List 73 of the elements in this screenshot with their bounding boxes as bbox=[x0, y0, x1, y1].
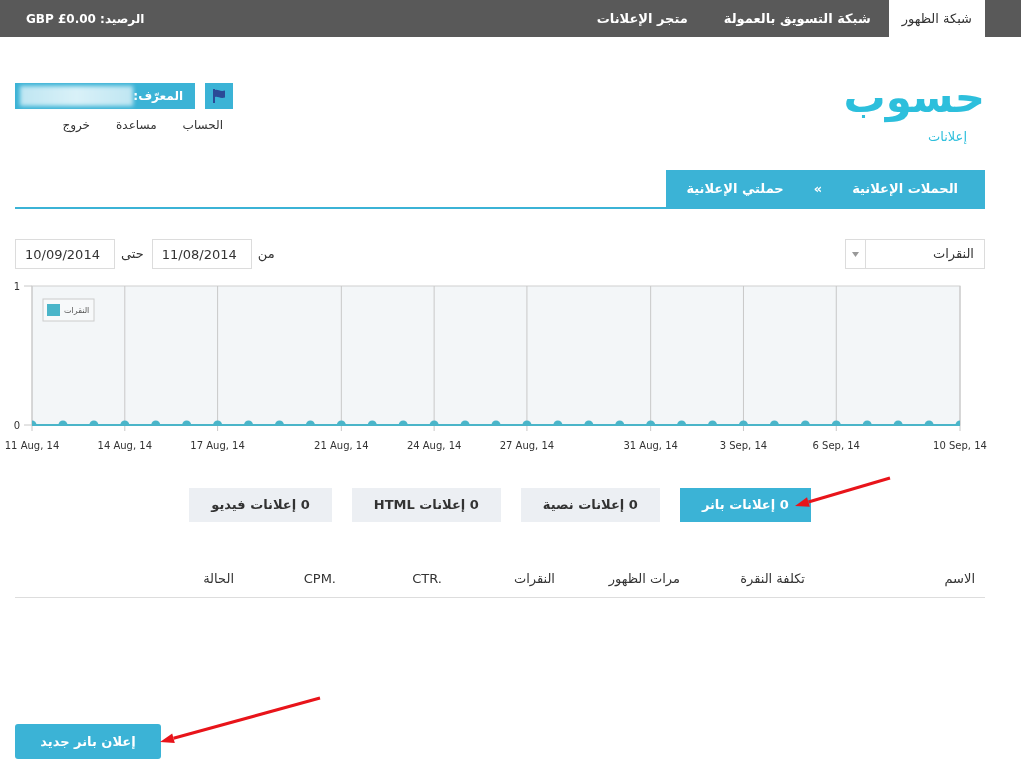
tick-label: 31 Aug, 14 bbox=[623, 440, 678, 451]
column-header: CTR. bbox=[411, 570, 443, 589]
chart-point bbox=[213, 420, 223, 425]
chart-point bbox=[182, 420, 192, 425]
chart-point bbox=[800, 420, 810, 425]
chart-point bbox=[677, 420, 687, 425]
column-header: الاسم bbox=[943, 570, 976, 589]
legend-label: النقرات bbox=[64, 306, 90, 315]
tick-label: 21 Aug, 14 bbox=[314, 440, 369, 451]
tick-label: 27 Aug, 14 bbox=[499, 440, 555, 451]
chart-point bbox=[615, 420, 625, 425]
header-link[interactable]: الحساب bbox=[182, 116, 223, 134]
chart-point bbox=[646, 420, 656, 425]
column-header: CPM. bbox=[302, 570, 337, 589]
tick-label: 24 Aug, 14 bbox=[406, 440, 462, 451]
flag-button[interactable] bbox=[205, 83, 233, 109]
header-link[interactable]: خروج bbox=[62, 116, 91, 134]
chart-point bbox=[460, 420, 470, 425]
chart-point bbox=[491, 420, 501, 425]
date-field[interactable]: 11/08/2014 bbox=[151, 239, 252, 269]
to-label: حتى bbox=[121, 245, 144, 264]
top-nav-tab[interactable]: شبكة الظهور bbox=[888, 0, 985, 37]
chart-point bbox=[274, 420, 284, 425]
chart-point bbox=[955, 420, 960, 425]
tick-label: 17 Aug, 14 bbox=[190, 440, 245, 451]
tick-label: 0 bbox=[13, 420, 20, 431]
chart-point bbox=[522, 420, 532, 425]
chart-point bbox=[120, 420, 130, 425]
chart-point bbox=[305, 420, 315, 425]
from-label: من bbox=[257, 245, 275, 264]
chart-point bbox=[151, 420, 161, 425]
chart-point bbox=[244, 420, 254, 425]
chart-point bbox=[398, 420, 408, 425]
column-header: الحالة bbox=[202, 570, 235, 589]
header-link[interactable]: مساعدة bbox=[116, 116, 157, 134]
date-field[interactable]: 10/09/2014 bbox=[15, 239, 115, 269]
ad-type-tab[interactable]: 0 إعلانات نصية bbox=[520, 488, 660, 522]
tick-label: 1 bbox=[13, 281, 20, 292]
top-nav-tab[interactable]: متجر الإعلانات bbox=[578, 0, 706, 37]
chart-point bbox=[769, 420, 779, 425]
chart-point bbox=[58, 420, 68, 425]
breadcrumb-separator: » bbox=[813, 179, 823, 198]
balance-text: الرصيد: GBP £0.00 bbox=[26, 10, 145, 28]
chart-point bbox=[831, 420, 841, 425]
chart-point bbox=[924, 420, 934, 425]
metric-select[interactable]: النقرات bbox=[845, 239, 985, 269]
chart-point bbox=[367, 420, 377, 425]
column-header: تكلفة النقرة bbox=[739, 570, 806, 589]
chart-point bbox=[893, 420, 903, 425]
column-header: النقرات bbox=[512, 570, 556, 589]
logo-subtitle: إعلانات bbox=[928, 129, 967, 145]
logo-wordmark: حسوب bbox=[843, 72, 985, 125]
id-label: المعرّف: bbox=[133, 88, 183, 105]
chart-point bbox=[584, 420, 594, 425]
caret-icon bbox=[852, 251, 859, 257]
chart-point bbox=[429, 420, 439, 425]
tick-label: 6 Sep, 14 bbox=[812, 440, 860, 451]
chart-point bbox=[32, 420, 37, 425]
chart-point bbox=[862, 420, 872, 425]
tick-label: 10 Sep, 14 bbox=[933, 440, 987, 451]
chart-point bbox=[738, 420, 748, 425]
tick-label: 14 Aug, 14 bbox=[97, 440, 153, 451]
tick-label: 3 Sep, 14 bbox=[719, 440, 768, 451]
flag-icon bbox=[213, 89, 225, 103]
column-header: مرات الظهور bbox=[607, 570, 681, 589]
chart-point bbox=[336, 420, 346, 425]
chart-point bbox=[89, 420, 99, 425]
chart-point bbox=[553, 420, 563, 425]
top-nav-tab[interactable]: شبكة التسويق بالعمولة bbox=[705, 0, 889, 37]
ad-type-tab[interactable]: 0 إعلانات HTML bbox=[351, 488, 501, 522]
tick-label: 11 Aug, 14 bbox=[4, 440, 60, 451]
chart-point bbox=[708, 420, 718, 425]
ad-type-tab[interactable]: 0 إعلانات فيديو bbox=[189, 488, 332, 522]
